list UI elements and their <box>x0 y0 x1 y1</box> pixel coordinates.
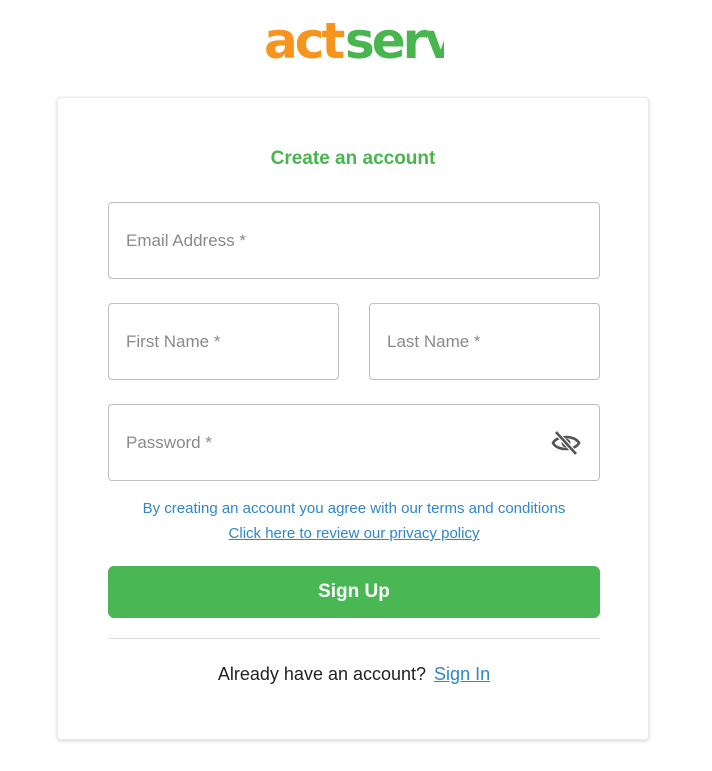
signup-card: Create an account By creating an account… <box>57 97 649 740</box>
terms-text: By creating an account you agree with ou… <box>142 500 566 517</box>
signin-prompt: Already have an account? <box>217 664 427 684</box>
password-field[interactable] <box>109 405 599 480</box>
logo-text-act: act <box>264 14 344 64</box>
sign-up-button[interactable]: Sign Up <box>108 566 600 618</box>
email-field[interactable] <box>109 203 599 278</box>
form-title: Create an account <box>270 148 436 169</box>
last-name-field[interactable] <box>370 304 599 379</box>
eye-off-icon[interactable] <box>551 430 581 456</box>
privacy-policy-link[interactable]: Click here to review our privacy policy <box>229 525 480 542</box>
brand-logo: act serv <box>0 0 712 80</box>
actserv-logo: act serv <box>264 14 444 64</box>
first-name-field[interactable] <box>109 304 338 379</box>
privacy-row: Click here to review our privacy policy <box>58 525 650 542</box>
divider <box>108 638 600 639</box>
first-name-field-container <box>108 303 339 380</box>
last-name-field-container <box>369 303 600 380</box>
password-field-container <box>108 404 600 481</box>
email-field-container <box>108 202 600 279</box>
sign-in-link[interactable]: Sign In <box>434 664 490 684</box>
logo-text-serv: serv <box>345 14 444 64</box>
signin-row: Already have an account? Sign In <box>58 664 650 685</box>
